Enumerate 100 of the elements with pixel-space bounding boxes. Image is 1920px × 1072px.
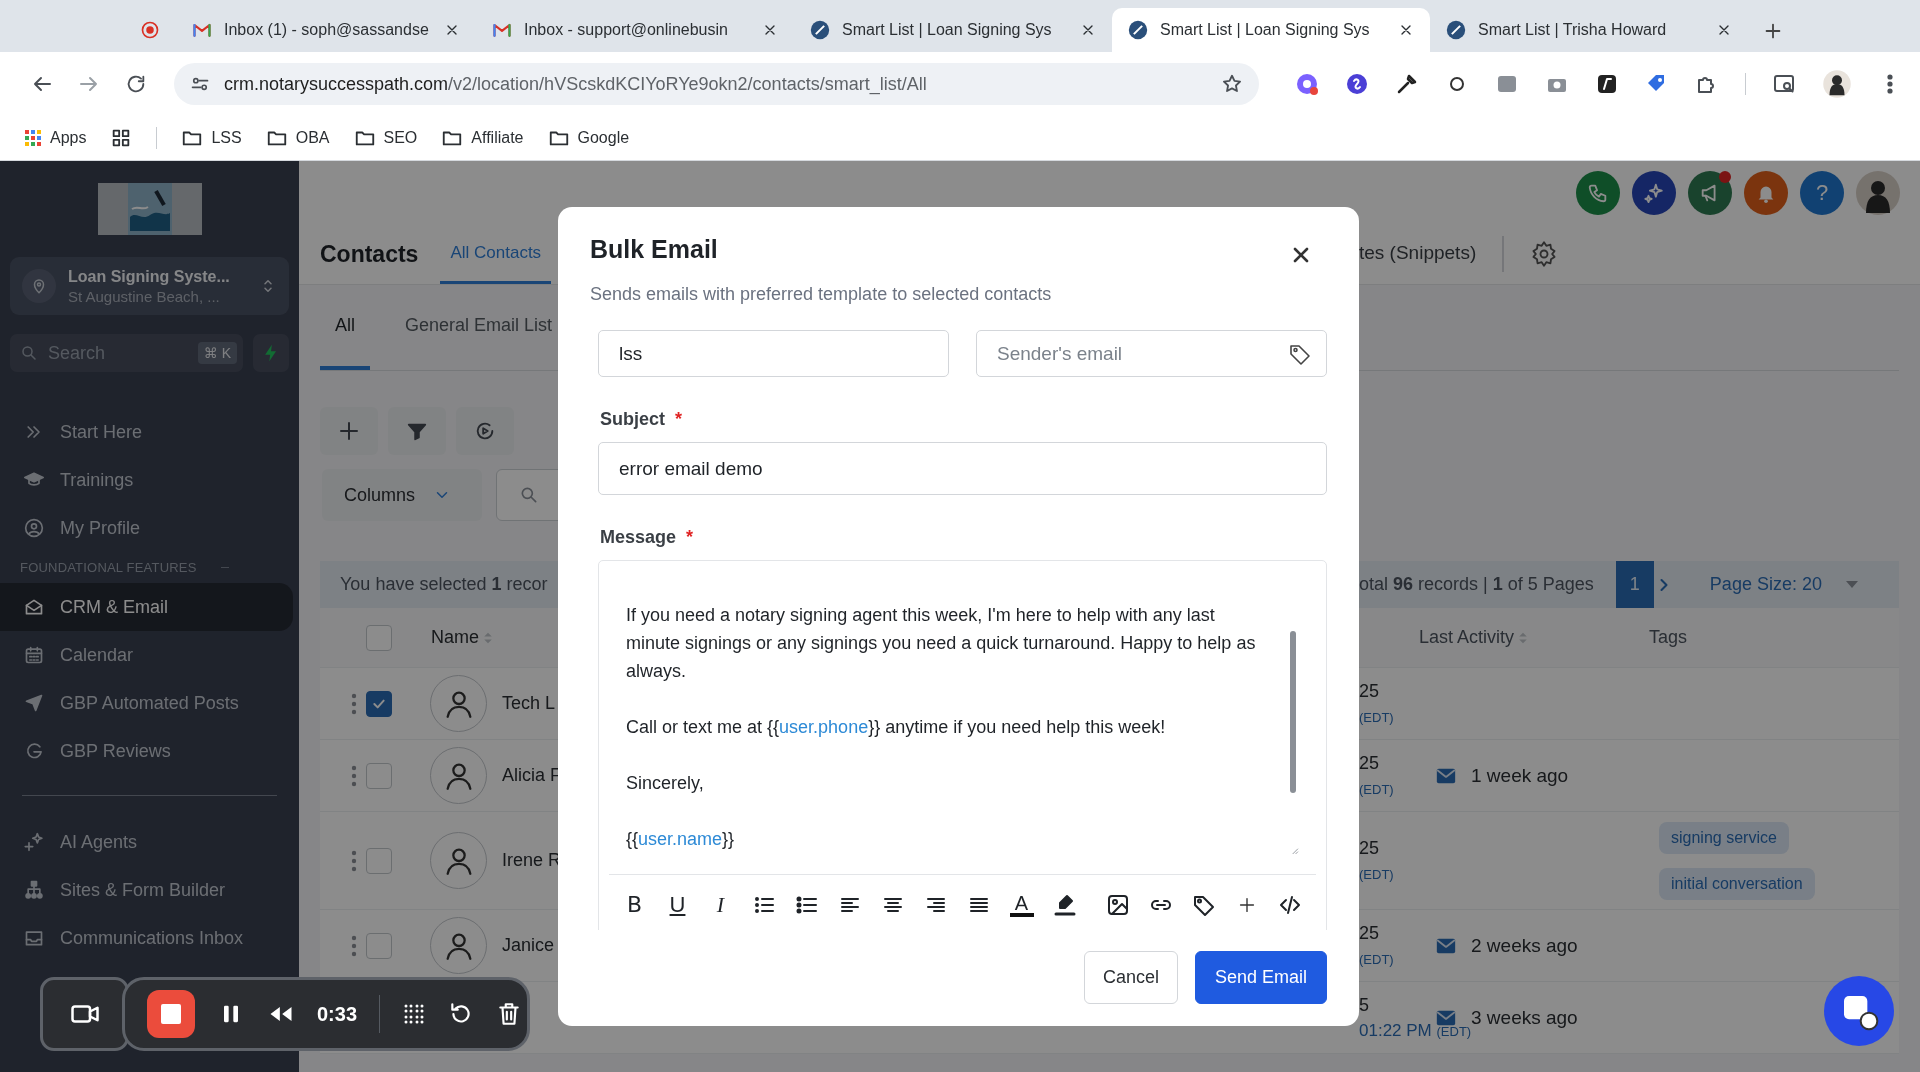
- page-button[interactable]: 1: [1615, 561, 1654, 608]
- badge-icon[interactable]: [1295, 72, 1319, 96]
- user-circle-icon: [24, 518, 44, 538]
- checkbox[interactable]: [366, 690, 392, 717]
- contact-name[interactable]: Janice: [502, 935, 555, 956]
- timezone-text: (EDT): [1359, 866, 1394, 882]
- sidebar-item[interactable]: Trainings: [0, 456, 293, 504]
- drag-handle-icon[interactable]: [351, 934, 357, 957]
- drag-handle-icon[interactable]: [351, 849, 357, 872]
- eyedropper-icon[interactable]: [1395, 72, 1419, 96]
- marker-icon: [1052, 892, 1077, 917]
- letter-g-icon: [24, 741, 44, 761]
- scrollbar[interactable]: [1290, 631, 1296, 793]
- nav-tab[interactable]: tes (Snippets): [1359, 224, 1477, 284]
- filter-button[interactable]: [388, 407, 446, 455]
- dark-square-icon[interactable]: [1595, 72, 1619, 96]
- sender-email-box[interactable]: Sender's email: [976, 330, 1327, 377]
- plus-icon: [337, 419, 361, 443]
- folder-bookmark[interactable]: LSS: [181, 127, 242, 149]
- page-size-dropdown[interactable]: Page Size: 20: [1703, 573, 1864, 596]
- bold-button[interactable]: B: [613, 884, 656, 925]
- announce-button[interactable]: [1688, 170, 1732, 215]
- tag[interactable]: signing service: [1659, 821, 1789, 854]
- star-icon[interactable]: [1221, 73, 1243, 95]
- template-variable: user.phone: [779, 717, 869, 737]
- dialog-subtitle: Sends emails with preferred template to selected contacts: [590, 284, 1053, 305]
- browser-tab[interactable]: Inbox - support@onlinebusin: [476, 8, 794, 52]
- sparkle-plus-icon: [24, 832, 44, 852]
- folder-bookmark[interactable]: Google: [547, 127, 630, 149]
- camera-toggle[interactable]: [40, 977, 129, 1051]
- sidebar-item[interactable]: Sites & Form Builder: [0, 866, 293, 914]
- date-text: 25: [1359, 922, 1380, 944]
- browser-tab[interactable]: Smart List | Trisha Howard: [1430, 8, 1748, 52]
- circle-icon[interactable]: [1345, 72, 1369, 96]
- apps-bookmark[interactable]: Apps: [24, 129, 87, 147]
- checkbox[interactable]: [366, 847, 392, 874]
- italic-button[interactable]: I: [699, 884, 742, 925]
- sidebar-item[interactable]: Calendar: [0, 631, 293, 679]
- column-header[interactable]: Last Activity: [1419, 627, 1515, 648]
- search-icon: [20, 344, 38, 362]
- inbox-tray-icon: [24, 928, 44, 948]
- apps-grid-icon: [24, 129, 42, 147]
- sender-email-field[interactable]: Sender's email: [995, 331, 1288, 376]
- date-text: 5: [1359, 994, 1369, 1016]
- column-header[interactable]: Name: [431, 627, 479, 648]
- timezone-text: (EDT): [1359, 709, 1394, 725]
- avatar-icon[interactable]: [1822, 69, 1852, 99]
- profile-avatar[interactable]: [1856, 170, 1900, 215]
- browser-tab[interactable]: Inbox (1) - soph@sassandse: [176, 8, 476, 52]
- stop-button[interactable]: [147, 990, 195, 1038]
- message-paragraph: Sincerely,: [626, 772, 705, 795]
- tag[interactable]: initial conversation: [1659, 867, 1815, 900]
- sidebar-item[interactable]: Start Here: [0, 408, 293, 456]
- envelope-icon: [24, 597, 44, 617]
- sidebar-item[interactable]: Communications Inbox: [0, 914, 293, 962]
- checkbox[interactable]: [366, 932, 392, 959]
- tab-search-icon[interactable]: [1772, 72, 1796, 96]
- columns-dropdown[interactable]: Columns: [322, 469, 482, 521]
- sitemap-icon: [24, 880, 44, 900]
- slash-circle-icon: [810, 20, 830, 40]
- sidebar-item[interactable]: GBP Automated Posts: [0, 679, 293, 727]
- page-title: Contacts: [320, 240, 419, 268]
- nav-tab[interactable]: All Contacts: [440, 224, 552, 284]
- sidebar-item[interactable]: My Profile: [0, 504, 293, 552]
- sidebar-item[interactable]: CRM & Email: [0, 583, 293, 631]
- folder-bookmark[interactable]: SEO: [353, 127, 418, 149]
- play-button[interactable]: [456, 407, 514, 455]
- sidebar-item[interactable]: AI Agents: [0, 818, 293, 866]
- phone-button[interactable]: [1576, 170, 1620, 215]
- date-text: 25: [1359, 680, 1380, 702]
- drag-handle-icon[interactable]: [351, 692, 357, 715]
- help-button[interactable]: ?: [1800, 170, 1844, 215]
- list-tab[interactable]: General Email List: [390, 285, 568, 370]
- address-bar[interactable]: crm.notarysuccesspath.com/v2/location/hVScskdKCIYoRYe9okn2/contacts/smart_list/All: [174, 63, 1259, 105]
- drag-handle-icon[interactable]: [351, 764, 357, 787]
- record-totals: otal 96 records | 1 of 5 Pages: [1359, 574, 1594, 595]
- column-header[interactable]: Tags: [1649, 627, 1688, 648]
- contact-name[interactable]: Tech L: [502, 693, 556, 714]
- cancel-button[interactable]: Cancel: [1083, 951, 1178, 1004]
- sidebar-item[interactable]: GBP Reviews: [0, 727, 293, 775]
- image-icon: [1105, 892, 1130, 917]
- add-button[interactable]: [320, 407, 378, 455]
- browser-tab[interactable]: Smart List | Loan Signing Sys: [794, 8, 1112, 52]
- browser-tab[interactable]: Smart List | Loan Signing Sys: [1112, 8, 1430, 52]
- folder-bookmark[interactable]: Affiliate: [441, 127, 524, 149]
- underline-button[interactable]: U: [656, 884, 699, 925]
- list-tab[interactable]: All: [320, 285, 370, 370]
- assistant-button[interactable]: [1632, 170, 1676, 215]
- text-color-button[interactable]: A: [1000, 884, 1043, 925]
- slash-circle-icon: [1128, 20, 1148, 40]
- folder-bookmark[interactable]: OBA: [265, 127, 330, 149]
- send-button[interactable]: Send Email: [1194, 951, 1327, 1004]
- checkbox[interactable]: [366, 762, 392, 789]
- bell-button[interactable]: [1744, 170, 1788, 215]
- timezone-text: (EDT): [1436, 1023, 1472, 1039]
- required-mark: *: [686, 527, 694, 548]
- quick-action-button[interactable]: [253, 334, 289, 372]
- checkbox[interactable]: [366, 624, 392, 651]
- record-icon: [140, 20, 160, 40]
- date-text: 25: [1359, 752, 1380, 774]
